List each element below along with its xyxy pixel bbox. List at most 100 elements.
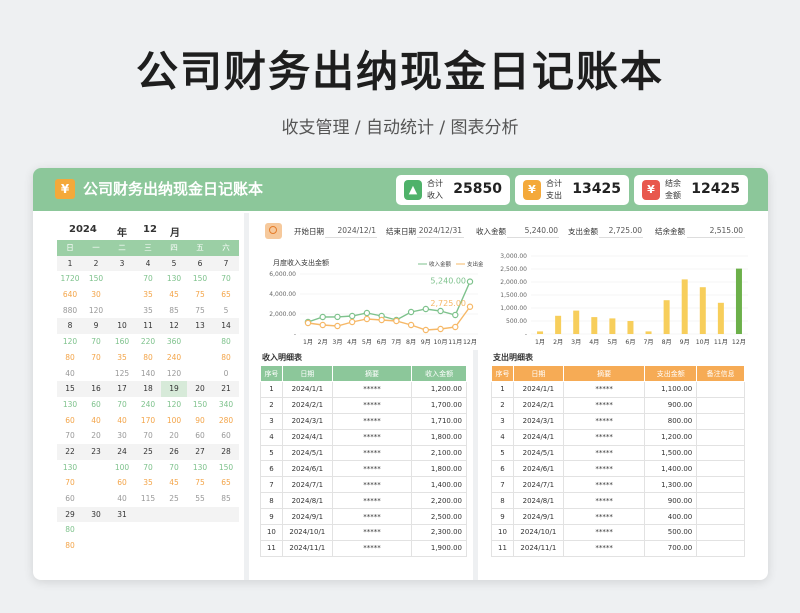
table-cell: 1,710.00 (411, 412, 467, 430)
column-header[interactable]: 序号 (491, 365, 514, 382)
column-header[interactable]: 摘要 (331, 365, 413, 382)
table-row[interactable]: 11 2024/11/1 ***** 700.00 (491, 539, 745, 557)
table-row[interactable]: 10 2024/10/1 ***** 500.00 (491, 524, 745, 541)
calendar-date[interactable]: 7 (213, 255, 239, 272)
calendar-amount: 120 (62, 337, 78, 347)
calendar-date[interactable]: 29 (57, 506, 83, 523)
calendar-date[interactable]: 24 (109, 443, 135, 460)
table-row[interactable]: 5 2024/5/1 ***** 2,100.00 (260, 444, 467, 462)
calendar-date[interactable]: 30 (83, 506, 109, 523)
column-header[interactable]: 日期 (281, 365, 333, 382)
table-row[interactable]: 1 2024/1/1 ***** 1,200.00 (260, 381, 467, 398)
calendar-date[interactable]: 10 (109, 318, 135, 335)
calendar-date[interactable]: 5 (161, 255, 187, 272)
table-row[interactable]: 10 2024/10/1 ***** 2,300.00 (260, 524, 467, 541)
calendar-date[interactable]: 2 (83, 255, 109, 272)
calendar-date[interactable]: 14 (213, 318, 239, 335)
calendar-date[interactable]: 3 (109, 255, 135, 272)
column-header[interactable]: 支出金额 (644, 365, 698, 382)
calendar-date[interactable] (187, 506, 213, 523)
table-row[interactable]: 9 2024/9/1 ***** 400.00 (491, 508, 745, 526)
calendar-date[interactable]: 13 (187, 318, 213, 335)
calendar-date[interactable]: 11 (135, 318, 161, 335)
calendar-amount: 640 (62, 290, 78, 300)
table-cell: 2024/8/1 (281, 492, 333, 510)
table-cell (696, 508, 745, 526)
calendar-date[interactable]: 28 (213, 443, 239, 460)
calendar-date[interactable]: 17 (109, 381, 135, 397)
table-row[interactable]: 11 2024/11/1 ***** 1,900.00 (260, 539, 467, 557)
table-row[interactable]: 2 2024/2/1 ***** 1,700.00 (260, 396, 467, 414)
calendar-date[interactable]: 1 (57, 255, 83, 272)
calendar-date[interactable]: 23 (83, 443, 109, 460)
kpi-label-top: 合计 (546, 179, 562, 188)
table-row[interactable]: 6 2024/6/1 ***** 1,400.00 (491, 460, 745, 478)
calendar-date[interactable]: 12 (161, 318, 187, 335)
calendar-month[interactable]: 12 (143, 224, 157, 235)
table-cell: ***** (331, 444, 413, 462)
calendar-date[interactable]: 16 (83, 381, 109, 397)
column-header[interactable]: 日期 (512, 365, 564, 382)
table-cell: 800.00 (644, 412, 698, 430)
table-row[interactable]: 9 2024/9/1 ***** 2,500.00 (260, 508, 467, 526)
calendar-date[interactable] (135, 506, 161, 523)
calendar-date[interactable]: 15 (57, 381, 83, 397)
calendar-date[interactable]: 25 (135, 443, 161, 460)
weekday-header: 六 (213, 240, 239, 256)
end-date-value[interactable]: 2024/12/31 (417, 226, 462, 235)
calendar-amount: 60 (65, 494, 75, 503)
table-row[interactable]: 4 2024/4/1 ***** 1,800.00 (260, 428, 467, 446)
calendar-date[interactable] (213, 506, 239, 523)
calendar-date[interactable]: 19 (161, 381, 187, 397)
x-tick-label: 6月 (625, 339, 635, 346)
table-cell: 1,100.00 (644, 381, 698, 398)
table-cell: 5 (491, 444, 514, 462)
table-row[interactable]: 7 2024/7/1 ***** 1,300.00 (491, 476, 745, 494)
calendar-date[interactable]: 21 (213, 381, 239, 397)
column-header[interactable]: 收入金额 (411, 365, 467, 382)
data-point (363, 315, 371, 323)
table-cell: ***** (331, 412, 413, 430)
table-row[interactable]: 8 2024/8/1 ***** 2,200.00 (260, 492, 467, 510)
column-header[interactable]: 序号 (260, 365, 283, 382)
header-bar: ¥ 公司财务出纳现金日记账本 ▲ 合计 收入 25850 ¥ 合计 支出 13425… (33, 168, 768, 211)
kpi-label-top: 合计 (427, 179, 443, 188)
x-tick-label: 3月 (571, 339, 581, 346)
calendar-date[interactable]: 9 (83, 318, 109, 335)
calendar-amount: 100 (166, 415, 182, 425)
column-header[interactable]: 摘要 (562, 365, 646, 382)
calendar-date[interactable]: 22 (57, 443, 83, 460)
table-row[interactable]: 5 2024/5/1 ***** 1,500.00 (491, 444, 745, 462)
table-cell: 2024/3/1 (512, 412, 564, 430)
table-row[interactable]: 3 2024/3/1 ***** 800.00 (491, 412, 745, 430)
calendar-amount: 40 (117, 415, 127, 425)
table-row[interactable]: 8 2024/8/1 ***** 900.00 (491, 492, 745, 510)
calendar-date[interactable] (161, 506, 187, 523)
table-row[interactable]: 6 2024/6/1 ***** 1,800.00 (260, 460, 467, 478)
calendar-amount (109, 271, 135, 287)
calendar-amount: 85 (221, 494, 231, 503)
table-cell (696, 412, 745, 430)
calendar-amount: 30 (117, 431, 127, 441)
calendar-date[interactable]: 8 (57, 318, 83, 335)
table-row[interactable]: 7 2024/7/1 ***** 1,400.00 (260, 476, 467, 494)
x-tick-label: 11月 (714, 339, 728, 346)
table-row[interactable]: 1 2024/1/1 ***** 1,100.00 (491, 381, 745, 398)
table-row[interactable]: 3 2024/3/1 ***** 1,710.00 (260, 412, 467, 430)
start-date-value[interactable]: 2024/12/1 (326, 226, 376, 235)
calendar-date[interactable]: 4 (135, 255, 161, 272)
weekday-header: 四 (161, 240, 187, 256)
table-row[interactable]: 4 2024/4/1 ***** 1,200.00 (491, 428, 745, 446)
calendar-date[interactable]: 18 (135, 381, 161, 397)
search-icon[interactable] (265, 223, 282, 239)
calendar-amount: 130 (62, 399, 78, 409)
calendar-date[interactable]: 31 (109, 506, 135, 523)
table-row[interactable]: 2 2024/2/1 ***** 900.00 (491, 396, 745, 414)
calendar-year[interactable]: 2024 (69, 224, 97, 235)
calendar-date[interactable]: 26 (161, 443, 187, 460)
calendar-date[interactable]: 6 (187, 255, 213, 272)
calendar-date[interactable]: 20 (187, 381, 213, 397)
calendar-date[interactable]: 27 (187, 443, 213, 460)
column-header[interactable]: 备注信息 (696, 365, 745, 382)
calendar-amount (109, 287, 135, 303)
